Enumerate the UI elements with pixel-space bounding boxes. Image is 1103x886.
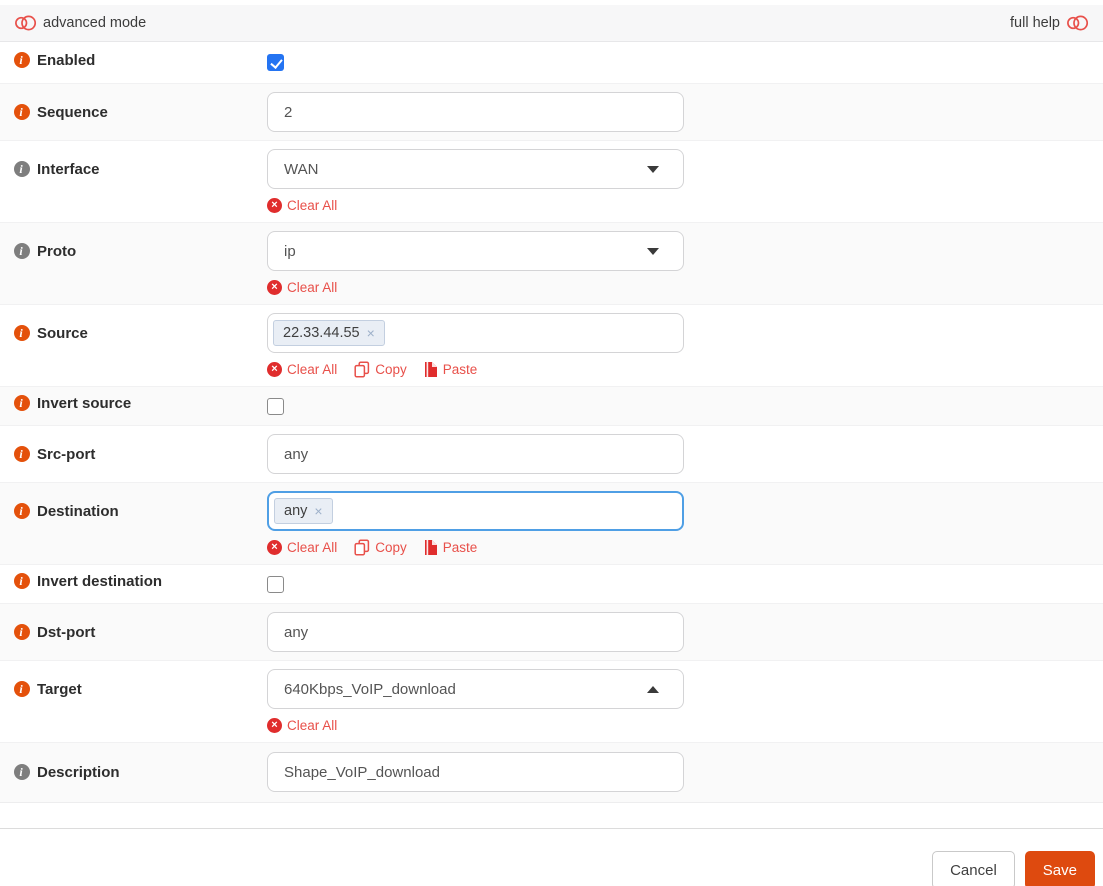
- field-label-source: Source: [37, 324, 88, 342]
- info-icon[interactable]: i: [14, 52, 30, 68]
- form-row-enabled: i Enabled: [0, 42, 1103, 84]
- form-row-src-port: i Src-port: [0, 426, 1103, 483]
- copy-icon: [354, 360, 370, 378]
- info-icon[interactable]: i: [14, 503, 30, 519]
- proto-select-value: ip: [284, 242, 296, 260]
- clear-all-icon: ×: [267, 361, 282, 377]
- target-select-value: 640Kbps_VoIP_download: [284, 680, 456, 698]
- form-row-proto: i Proto ip × Clear All: [0, 223, 1103, 305]
- proto-select[interactable]: ip: [267, 231, 684, 271]
- clear-all-icon: ×: [267, 539, 282, 555]
- info-icon[interactable]: i: [14, 325, 30, 341]
- paste-icon: [424, 361, 437, 377]
- form-row-description: i Description: [0, 743, 1103, 803]
- target-clear-all-link[interactable]: × Clear All: [267, 717, 337, 733]
- form-row-source: i Source 22.33.44.55 × × Clear All Copy …: [0, 305, 1103, 387]
- src-port-input[interactable]: [267, 434, 684, 474]
- field-label-src-port: Src-port: [37, 445, 96, 463]
- paste-icon: [424, 539, 437, 555]
- field-label-sequence: Sequence: [37, 103, 108, 121]
- clear-all-icon: ×: [267, 197, 282, 213]
- form-row-target: i Target 640Kbps_VoIP_download × Clear A…: [0, 661, 1103, 743]
- source-clear-all-link[interactable]: × Clear All: [267, 361, 337, 377]
- field-label-invert-source: Invert source: [37, 394, 132, 412]
- info-icon[interactable]: i: [14, 681, 30, 697]
- toggle-off-icon: [15, 15, 37, 31]
- field-label-proto: Proto: [37, 242, 77, 260]
- source-paste-link[interactable]: Paste: [424, 361, 477, 378]
- form-row-invert-source: i Invert source: [0, 387, 1103, 426]
- chevron-down-icon: [647, 247, 659, 255]
- shaper-rule-edit-form: advanced mode full help i Enabled i Sequ…: [0, 0, 1103, 886]
- enabled-checkbox[interactable]: [267, 54, 284, 71]
- source-token-input[interactable]: 22.33.44.55 ×: [267, 313, 684, 353]
- form-header-bar: advanced mode full help: [0, 5, 1103, 42]
- destination-token: any ×: [274, 498, 333, 524]
- invert-source-checkbox[interactable]: [267, 398, 284, 415]
- destination-clear-all-link[interactable]: × Clear All: [267, 539, 337, 555]
- info-icon[interactable]: i: [14, 764, 30, 780]
- full-help-toggle[interactable]: full help: [1010, 14, 1089, 32]
- form-row-sequence: i Sequence: [0, 84, 1103, 141]
- chevron-down-icon: [647, 165, 659, 173]
- field-label-interface: Interface: [37, 160, 100, 178]
- info-icon[interactable]: i: [14, 624, 30, 640]
- form-row-invert-destination: i Invert destination: [0, 565, 1103, 604]
- info-icon[interactable]: i: [14, 104, 30, 120]
- source-token: 22.33.44.55 ×: [273, 320, 385, 346]
- dst-port-input[interactable]: [267, 612, 684, 652]
- info-icon[interactable]: i: [14, 395, 30, 411]
- toggle-off-icon: [1067, 15, 1089, 31]
- field-label-target: Target: [37, 680, 82, 698]
- interface-clear-all-link[interactable]: × Clear All: [267, 197, 337, 213]
- info-icon[interactable]: i: [14, 243, 30, 259]
- form-footer: Cancel Save: [0, 828, 1103, 886]
- chevron-up-icon: [647, 685, 659, 693]
- interface-select[interactable]: WAN: [267, 149, 684, 189]
- destination-copy-link[interactable]: Copy: [354, 538, 407, 556]
- sequence-input[interactable]: [267, 92, 684, 132]
- cancel-button[interactable]: Cancel: [932, 851, 1015, 886]
- field-label-destination: Destination: [37, 502, 119, 520]
- save-button[interactable]: Save: [1024, 851, 1095, 886]
- token-remove-icon[interactable]: ×: [314, 504, 322, 518]
- form-row-dst-port: i Dst-port: [0, 604, 1103, 661]
- field-label-dst-port: Dst-port: [37, 623, 96, 641]
- description-input[interactable]: [267, 752, 684, 792]
- proto-clear-all-link[interactable]: × Clear All: [267, 279, 337, 295]
- advanced-mode-toggle[interactable]: advanced mode: [14, 14, 146, 32]
- destination-paste-link[interactable]: Paste: [424, 539, 477, 556]
- target-select[interactable]: 640Kbps_VoIP_download: [267, 669, 684, 709]
- copy-icon: [354, 538, 370, 556]
- field-label-enabled: Enabled: [37, 51, 96, 69]
- clear-all-icon: ×: [267, 279, 282, 295]
- info-icon[interactable]: i: [14, 161, 30, 177]
- clear-all-icon: ×: [267, 717, 282, 733]
- invert-destination-checkbox[interactable]: [267, 576, 284, 593]
- info-icon[interactable]: i: [14, 573, 30, 589]
- field-label-invert-destination: Invert destination: [37, 572, 163, 590]
- form-row-destination: i Destination any × × Clear All Copy Pas…: [0, 483, 1103, 565]
- form-row-interface: i Interface WAN × Clear All: [0, 141, 1103, 223]
- full-help-label: full help: [1010, 15, 1060, 31]
- source-copy-link[interactable]: Copy: [354, 360, 407, 378]
- interface-select-value: WAN: [284, 160, 319, 178]
- destination-token-input[interactable]: any ×: [267, 491, 684, 531]
- field-label-description: Description: [37, 763, 120, 781]
- advanced-mode-label: advanced mode: [43, 15, 147, 31]
- token-remove-icon[interactable]: ×: [367, 326, 375, 340]
- info-icon[interactable]: i: [14, 446, 30, 462]
